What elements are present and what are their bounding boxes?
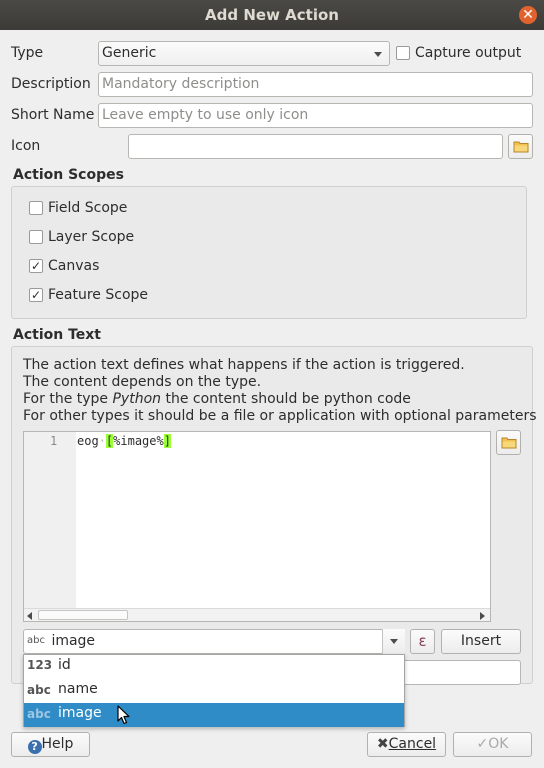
string-type-icon: abc bbox=[27, 707, 51, 721]
mouse-cursor-icon bbox=[117, 705, 130, 725]
field-dropdown-list: 123 id abc name abc image bbox=[23, 654, 405, 727]
description-placeholder: Mandatory description bbox=[102, 76, 260, 92]
icon-label: Icon bbox=[11, 138, 41, 154]
description-label: Description bbox=[11, 76, 91, 92]
title-bar: Add New Action bbox=[0, 0, 544, 30]
help-line-3: For the type Python the content should b… bbox=[23, 391, 411, 407]
help-line-4: For other types it should be a file or a… bbox=[23, 408, 537, 424]
icon-path-input[interactable] bbox=[128, 134, 503, 159]
code-expression: %image% bbox=[113, 434, 164, 448]
scrollbar-thumb[interactable] bbox=[38, 610, 128, 620]
short-name-placeholder: Leave empty to use only icon bbox=[102, 107, 309, 123]
canvas-scope-label: Canvas bbox=[48, 258, 100, 274]
help-button[interactable]: ? Help bbox=[11, 732, 90, 757]
string-type-icon: abc bbox=[27, 683, 51, 697]
capture-output-checkbox[interactable] bbox=[396, 46, 410, 60]
layer-scope-label: Layer Scope bbox=[48, 229, 135, 245]
line-number-gutter bbox=[24, 432, 76, 608]
capture-output-label: Capture output bbox=[415, 45, 522, 61]
chevron-down-icon bbox=[374, 52, 382, 57]
short-name-input[interactable]: Leave empty to use only icon bbox=[98, 103, 533, 128]
ok-button[interactable]: ✓OK bbox=[453, 732, 532, 757]
list-item-selected[interactable]: abc image bbox=[24, 703, 404, 727]
scroll-right-icon[interactable] bbox=[480, 612, 485, 620]
expression-button[interactable]: ε bbox=[410, 629, 435, 654]
horizontal-scrollbar[interactable] bbox=[24, 608, 490, 621]
code-bracket-close: ] bbox=[163, 434, 171, 448]
type-combo-value: Generic bbox=[102, 45, 157, 61]
help-button-label: Help bbox=[41, 736, 74, 752]
field-scope-label: Field Scope bbox=[48, 200, 128, 216]
folder-icon bbox=[513, 141, 529, 153]
canvas-scope-checkbox[interactable]: ✓ bbox=[29, 259, 43, 273]
help-icon: ? bbox=[27, 740, 42, 754]
list-item[interactable]: abc name bbox=[24, 679, 404, 703]
window-title: Add New Action bbox=[205, 6, 339, 24]
layer-scope-checkbox[interactable] bbox=[29, 230, 43, 244]
scroll-left-icon[interactable] bbox=[27, 612, 32, 620]
field-type-badge: abc bbox=[27, 635, 45, 646]
option-label: id bbox=[58, 657, 71, 673]
help-line-1: The action text defines what happens if … bbox=[23, 357, 465, 373]
code-command: eog bbox=[77, 434, 99, 448]
feature-scope-label: Feature Scope bbox=[48, 287, 149, 303]
check-icon: ✓ bbox=[30, 259, 42, 273]
type-combo[interactable]: Generic bbox=[98, 41, 390, 66]
chevron-down-icon bbox=[390, 639, 398, 644]
icon-browse-button[interactable] bbox=[508, 134, 533, 159]
field-combo-dropdown-button[interactable] bbox=[382, 629, 405, 654]
help-line-3-pre: For the type bbox=[23, 391, 113, 407]
help-line-3-post: the content should be python code bbox=[161, 391, 411, 407]
cancel-icon: ✖ bbox=[376, 736, 389, 752]
action-browse-button[interactable] bbox=[496, 430, 521, 455]
action-code-editor[interactable]: 1 eog·[%image%] bbox=[23, 431, 491, 622]
type-label: Type bbox=[11, 45, 44, 61]
field-combo-value: image bbox=[51, 633, 96, 649]
close-button[interactable]: ✕ bbox=[519, 6, 537, 24]
description-input[interactable]: Mandatory description bbox=[98, 72, 533, 97]
line-number: 1 bbox=[50, 434, 58, 448]
help-line-3-italic: Python bbox=[112, 391, 162, 407]
field-scope-checkbox[interactable] bbox=[29, 201, 43, 215]
ok-button-label: OK bbox=[488, 736, 509, 752]
option-label: name bbox=[58, 681, 98, 697]
integer-type-icon: 123 bbox=[27, 658, 53, 672]
feature-scope-checkbox[interactable]: ✓ bbox=[29, 288, 43, 302]
folder-icon bbox=[501, 437, 517, 449]
close-icon: ✕ bbox=[522, 7, 534, 23]
option-label: image bbox=[58, 705, 102, 721]
insert-button-label: Insert bbox=[460, 633, 502, 649]
action-scopes-title: Action Scopes bbox=[13, 167, 124, 183]
help-line-2: The content depends on the type. bbox=[23, 374, 262, 390]
cancel-button[interactable]: ✖Cancel bbox=[367, 732, 446, 757]
action-text-title: Action Text bbox=[13, 327, 101, 343]
code-line: eog·[%image%] bbox=[77, 434, 171, 448]
list-item[interactable]: 123 id bbox=[24, 655, 404, 679]
field-combo[interactable]: abc image bbox=[23, 629, 405, 654]
expression-icon: ε bbox=[418, 632, 427, 650]
check-icon: ✓ bbox=[476, 736, 489, 752]
check-icon: ✓ bbox=[30, 288, 42, 302]
short-name-label: Short Name bbox=[11, 107, 95, 123]
insert-button[interactable]: Insert bbox=[441, 629, 521, 654]
cancel-button-label: Cancel bbox=[388, 736, 437, 752]
